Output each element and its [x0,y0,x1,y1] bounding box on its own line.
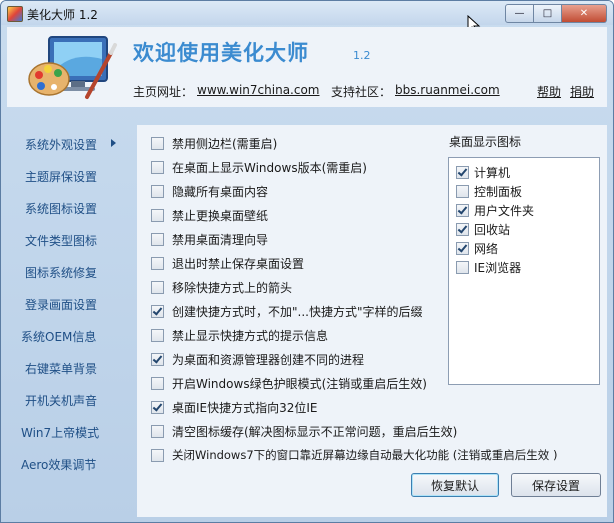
option-label: 清空图标缓存(解决图标显示不正常问题，重启后生效) [172,425,458,439]
version-label: 1.2 [353,49,371,62]
checkbox[interactable] [151,281,164,294]
option-label: 移除快捷方式上的箭头 [172,281,293,295]
window-title: 美化大师 1.2 [27,8,98,22]
list-item[interactable]: 回收站 [456,221,510,238]
option-label: 禁用侧边栏(需重启) [172,137,278,151]
option-label: 禁止更换桌面壁纸 [172,209,269,223]
checkbox[interactable] [151,161,164,174]
list-item-label: 计算机 [474,166,511,180]
option-row[interactable]: 退出时禁止保存桌面设置 [151,255,304,272]
icon-checkbox[interactable] [456,223,469,236]
sidebar-item-aero[interactable]: Aero效果调节 [21,456,96,473]
icon-checkbox[interactable] [456,185,469,198]
window-controls: — □ ✕ [505,4,607,23]
help-link[interactable]: 帮助 [537,83,561,100]
option-label: 在桌面上显示Windows版本(需重启) [172,161,367,175]
donate-link[interactable]: 捐助 [570,83,594,100]
selected-arrow-icon [111,139,116,147]
sidebar-item-login-screen[interactable]: 登录画面设置 [25,296,97,313]
title-bar[interactable]: 美化大师 1.2 — □ ✕ [1,1,613,25]
option-label: 创建快捷方式时，不加"...快捷方式"字样的后缀 [172,305,423,319]
option-label: 桌面IE快捷方式指向32位IE [172,401,318,415]
sidebar-item-appearance[interactable]: 系统外观设置 [25,136,97,153]
option-label: 禁用桌面清理向导 [172,233,269,247]
list-item[interactable]: 用户文件夹 [456,202,534,219]
option-label: 隐藏所有桌面内容 [172,185,269,199]
sidebar-item-system-icons[interactable]: 系统图标设置 [25,200,97,217]
checkbox[interactable] [151,209,164,222]
list-item-label: 用户文件夹 [474,204,535,218]
checkbox[interactable] [151,353,164,366]
minimize-button[interactable]: — [505,4,534,23]
sidebar-item-theme[interactable]: 主题屏保设置 [25,168,97,185]
option-row[interactable]: 关闭Windows7下的窗口靠近屏幕边缘自动最大化功能 (注销或重启后生效 ) [151,447,557,463]
icon-checkbox[interactable] [456,242,469,255]
list-item[interactable]: 计算机 [456,164,510,181]
checkbox[interactable] [151,329,164,342]
list-item-label: 网络 [474,242,499,256]
maximize-button[interactable]: □ [534,4,562,23]
sidebar-item-oem-info[interactable]: 系统OEM信息 [21,328,96,345]
sidebar-item-icon-repair[interactable]: 图标系统修复 [25,264,97,281]
option-row[interactable]: 创建快捷方式时，不加"...快捷方式"字样的后缀 [151,303,422,320]
list-item-label: 控制面板 [474,185,523,199]
checkbox[interactable] [151,233,164,246]
option-row[interactable]: 清空图标缓存(解决图标显示不正常问题，重启后生效) [151,423,457,440]
community-label: 支持社区： [331,85,392,99]
option-row[interactable]: 在桌面上显示Windows版本(需重启) [151,159,367,176]
option-label: 关闭Windows7下的窗口靠近屏幕边缘自动最大化功能 (注销或重启后生效 ) [172,448,558,462]
checkbox[interactable] [151,305,164,318]
list-item[interactable]: 网络 [456,240,498,257]
checkbox[interactable] [151,257,164,270]
list-item[interactable]: 控制面板 [456,183,522,200]
desktop-icons-list[interactable]: 计算机 控制面板 用户文件夹 回收站 网络 IE浏览器 [448,157,600,385]
main-window: 美化大师 1.2 — □ ✕ 欢迎使用美化大师 1.2 主页网址： www.wi… [0,0,614,523]
icon-checkbox[interactable] [456,166,469,179]
option-row[interactable]: 为桌面和资源管理器创建不同的进程 [151,351,364,368]
option-row[interactable]: 开启Windows绿色护眼模式(注销或重启后生效) [151,375,427,392]
checkbox[interactable] [151,137,164,150]
welcome-title: 欢迎使用美化大师 [133,41,309,65]
list-item-label: 回收站 [474,223,511,237]
settings-panel: 禁用侧边栏(需重启) 在桌面上显示Windows版本(需重启) 隐藏所有桌面内容… [137,125,607,517]
community-link[interactable]: bbs.ruanmei.com [395,83,500,97]
save-settings-button[interactable]: 保存设置 [511,473,601,497]
desktop-icons-title: 桌面显示图标 [449,135,522,149]
restore-defaults-button[interactable]: 恢复默认 [411,473,499,497]
option-label: 开启Windows绿色护眼模式(注销或重启后生效) [172,377,427,391]
option-row[interactable]: 隐藏所有桌面内容 [151,183,268,200]
list-item-label: IE浏览器 [474,261,522,275]
sidebar-item-context-menu[interactable]: 右键菜单背景 [25,360,97,377]
option-label: 禁止显示快捷方式的提示信息 [172,329,329,343]
close-button[interactable]: ✕ [562,4,607,23]
list-item[interactable]: IE浏览器 [456,259,521,276]
icon-checkbox[interactable] [456,261,469,274]
homepage-label: 主页网址： [133,85,194,99]
homepage-link[interactable]: www.win7china.com [197,83,319,97]
checkbox[interactable] [151,448,164,462]
sidebar-item-file-type-icons[interactable]: 文件类型图标 [25,232,97,249]
header-banner: 欢迎使用美化大师 1.2 主页网址： www.win7china.com 支持社… [7,27,607,107]
app-icon [7,6,23,22]
icon-checkbox[interactable] [456,204,469,217]
palette-logo-icon [28,36,117,99]
option-row[interactable]: 桌面IE快捷方式指向32位IE [151,399,318,416]
option-row[interactable]: 禁止更换桌面壁纸 [151,207,268,224]
option-row[interactable]: 禁止显示快捷方式的提示信息 [151,327,328,344]
option-label: 退出时禁止保存桌面设置 [172,257,305,271]
option-label: 为桌面和资源管理器创建不同的进程 [172,353,365,367]
checkbox[interactable] [151,401,164,414]
option-row[interactable]: 禁用侧边栏(需重启) [151,135,277,152]
option-row[interactable]: 移除快捷方式上的箭头 [151,279,292,296]
checkbox[interactable] [151,377,164,390]
option-row[interactable]: 禁用桌面清理向导 [151,231,268,248]
checkbox[interactable] [151,425,164,438]
checkbox[interactable] [151,185,164,198]
sidebar-item-god-mode[interactable]: Win7上帝模式 [21,424,99,441]
sidebar-item-sounds[interactable]: 开机关机声音 [25,392,97,409]
